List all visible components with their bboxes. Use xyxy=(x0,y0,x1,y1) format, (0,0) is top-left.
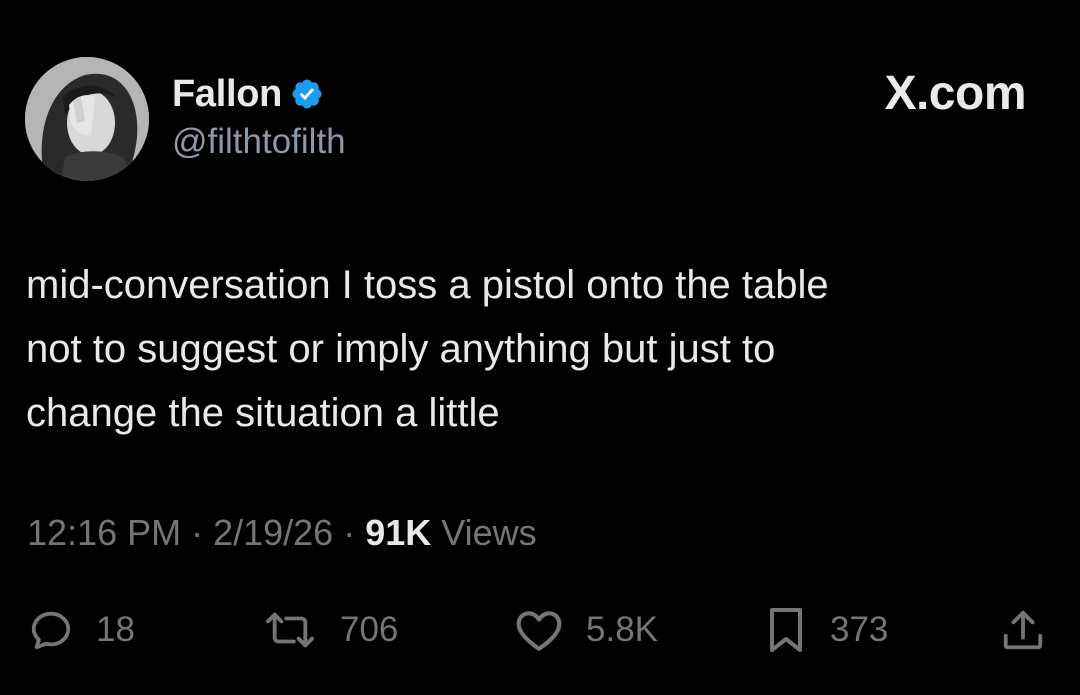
retweet-count: 706 xyxy=(340,610,399,649)
tweet-time[interactable]: 12:16 PM xyxy=(27,512,181,554)
like-count: 5.8K xyxy=(586,610,658,649)
avatar-image xyxy=(25,57,149,181)
tweet-card: Fallon @filthtofilth X.com mid-conversat… xyxy=(0,0,1080,695)
reply-button[interactable]: 18 xyxy=(28,600,135,660)
retweet-button[interactable]: 706 xyxy=(262,600,398,660)
tweet-meta: 12:16 PM · 2/19/26 · 91K Views xyxy=(27,512,537,554)
tweet-text: mid-conversation I toss a pistol onto th… xyxy=(26,253,1036,445)
reply-icon xyxy=(28,607,74,653)
retweet-icon xyxy=(262,607,318,653)
author-display-name[interactable]: Fallon xyxy=(172,73,282,116)
bookmark-count: 373 xyxy=(830,610,889,649)
share-icon xyxy=(1000,606,1046,654)
action-bar: 18 706 5.8K 373 xyxy=(0,600,1080,660)
reply-count: 18 xyxy=(96,610,135,649)
views-label: Views xyxy=(441,512,537,553)
meta-separator: · xyxy=(343,512,356,553)
heart-icon xyxy=(514,607,564,653)
tweet-date[interactable]: 2/19/26 xyxy=(213,512,333,554)
avatar[interactable] xyxy=(25,57,149,181)
tweet-text-line: mid-conversation I toss a pistol onto th… xyxy=(26,263,829,307)
author-handle[interactable]: @filthtofilth xyxy=(172,122,346,162)
tweet-text-line: not to suggest or imply anything but jus… xyxy=(26,327,776,371)
tweet-text-line: change the situation a little xyxy=(26,391,500,435)
meta-separator: · xyxy=(191,512,204,553)
verified-badge-icon xyxy=(290,77,324,111)
brand-logo-text: X.com xyxy=(884,67,1026,120)
author-name-row[interactable]: Fallon xyxy=(172,70,324,118)
bookmark-button[interactable]: 373 xyxy=(764,600,888,660)
like-button[interactable]: 5.8K xyxy=(514,600,658,660)
share-button[interactable] xyxy=(1000,600,1046,660)
bookmark-icon xyxy=(764,606,808,654)
views-count: 91K xyxy=(365,512,432,553)
